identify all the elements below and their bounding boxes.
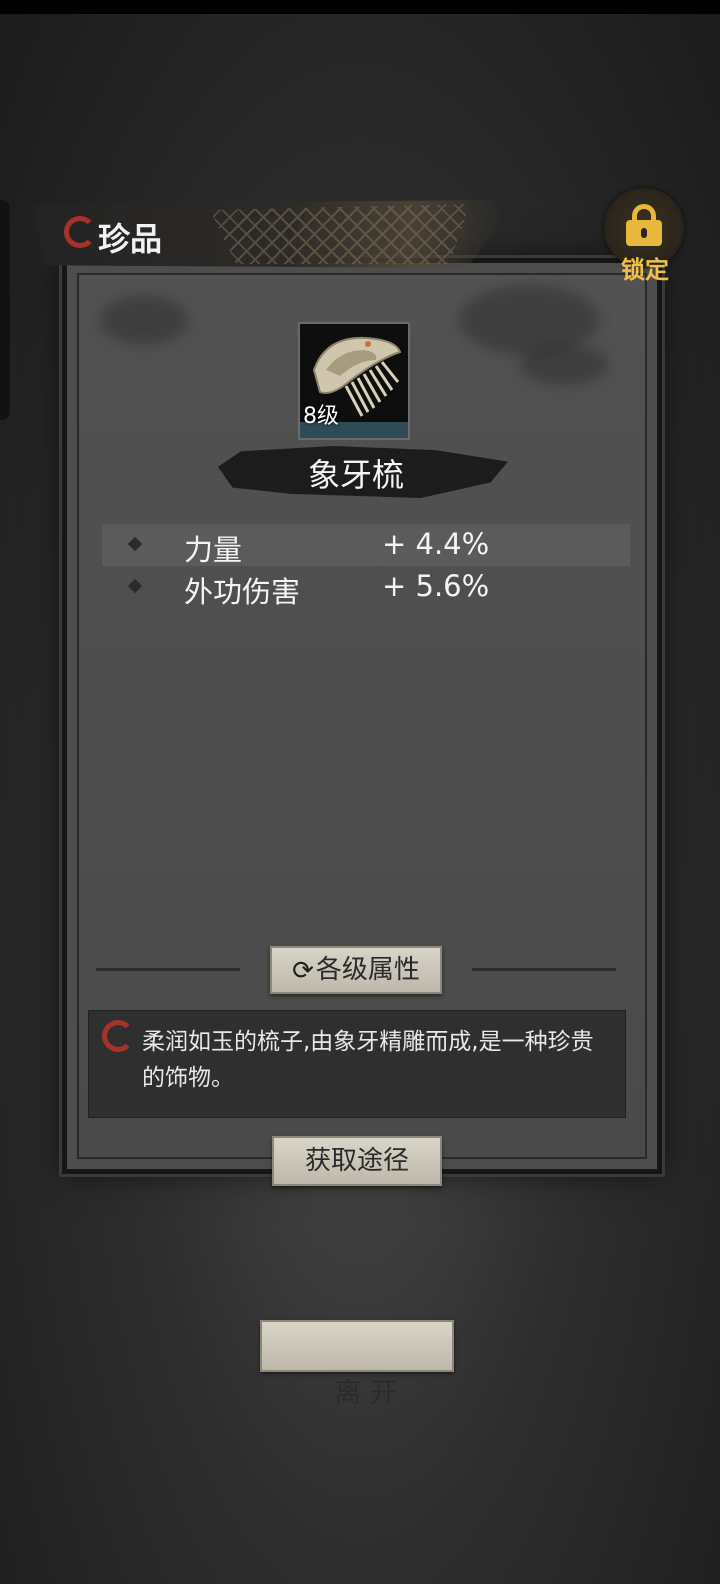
refresh-icon: ⟳ <box>292 955 314 986</box>
item-name: 象牙梳 <box>307 456 404 494</box>
obtain-method-button[interactable]: 获取途径 <box>272 1136 442 1186</box>
diamond-bullet-icon <box>127 536 143 552</box>
stat-row: 力量 + 4.4% <box>102 524 630 567</box>
obtain-method-label: 获取途径 <box>304 1146 409 1176</box>
stat-value: + 4.4% <box>382 527 490 561</box>
lock-keyhole <box>641 228 647 238</box>
page-title: 珍品 <box>98 220 163 258</box>
leave-button[interactable]: 离 开 <box>260 1320 454 1409</box>
level-attributes-button[interactable]: ⟳各级属性 <box>270 946 442 994</box>
ink-splash-decoration <box>459 285 599 355</box>
stat-name: 力量 <box>184 533 243 567</box>
diamond-bullet-icon <box>127 578 143 594</box>
lock-label: 锁定 <box>621 256 669 284</box>
ink-splash-decoration <box>519 345 609 385</box>
divider-right <box>472 968 616 971</box>
ink-splash-decoration <box>99 295 189 345</box>
swirl-emblem-icon <box>64 216 96 248</box>
item-description: 柔润如玉的梳子,由象牙精雕而成,是一种珍贵的饰物。 <box>142 1029 594 1091</box>
side-drawer-tab[interactable] <box>0 200 10 420</box>
stat-row: 外功伤害 + 5.6% <box>102 566 630 609</box>
leave-label: 离 开 <box>334 1378 397 1409</box>
stat-value: + 5.6% <box>382 569 490 603</box>
item-level-label: 8级 <box>303 404 339 429</box>
stat-name: 外功伤害 <box>184 575 301 609</box>
divider-left <box>96 968 240 971</box>
status-bar <box>0 0 720 14</box>
swirl-emblem-icon <box>102 1020 134 1052</box>
level-attributes-label: 各级属性 <box>315 955 420 985</box>
lattice-pattern-decoration <box>210 204 470 264</box>
